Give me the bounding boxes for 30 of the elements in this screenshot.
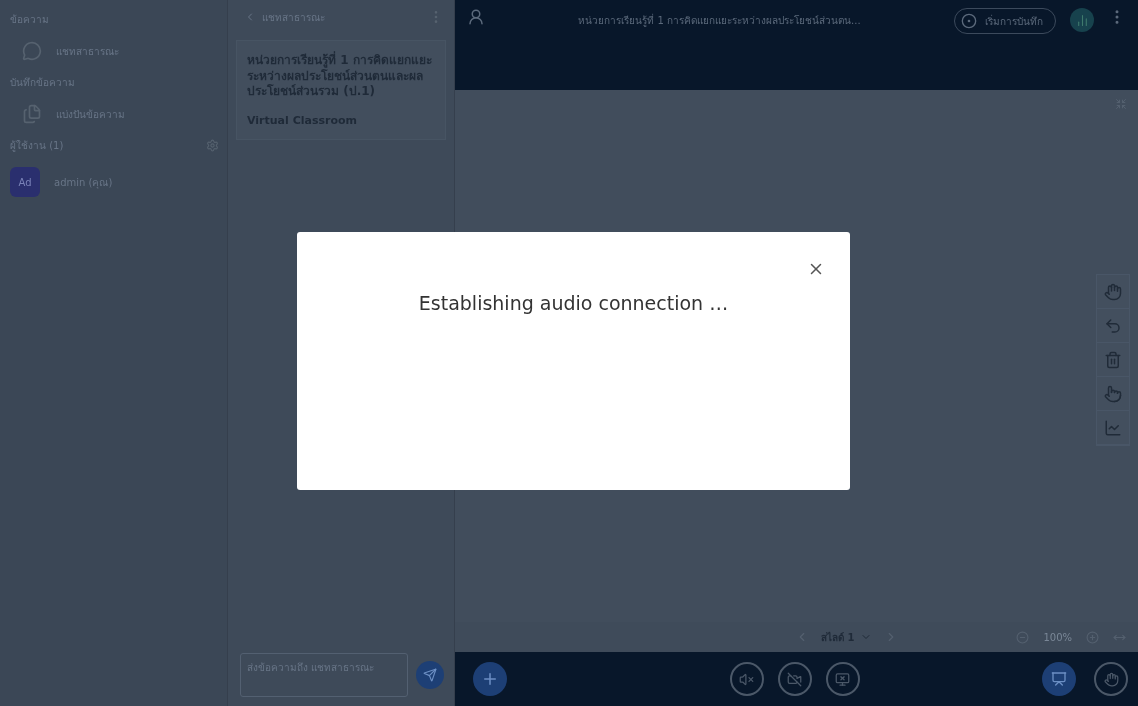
audio-button[interactable] — [729, 662, 764, 696]
dialog-message: Establishing audio connection … — [418, 292, 729, 314]
screen-share-button[interactable] — [825, 662, 860, 696]
presentation-button[interactable] — [1042, 662, 1076, 696]
files-icon — [22, 104, 42, 124]
zoom-level: 100% — [1043, 631, 1072, 643]
meeting-title: หน่วยการเรียนรู้ที่ 1 การคิดแยกแยะระหว่างผลประโยชน์ส่วนตน... — [577, 12, 862, 28]
user-avatar: Ad — [10, 167, 40, 197]
plus-icon — [481, 670, 499, 688]
send-icon — [423, 668, 437, 682]
signal-icon — [1075, 13, 1089, 27]
raise-hand-button[interactable] — [1094, 662, 1128, 696]
speaker-muted-icon — [739, 671, 754, 687]
send-button[interactable] — [416, 661, 444, 689]
users-icon[interactable] — [467, 8, 485, 26]
presentation-icon — [1051, 671, 1067, 687]
hand-icon — [1104, 282, 1122, 301]
settings-icon[interactable] — [206, 139, 219, 152]
hand-icon — [1103, 671, 1119, 687]
screen-off-icon — [835, 671, 850, 687]
undo-icon — [1104, 316, 1122, 335]
chat-icon — [22, 41, 42, 61]
record-icon — [961, 13, 977, 29]
trash-icon — [1104, 350, 1122, 369]
line-chart-icon — [1104, 418, 1122, 437]
actions-button[interactable] — [473, 662, 507, 696]
connection-button[interactable] — [1070, 8, 1094, 32]
video-off-icon — [787, 671, 802, 687]
pointer-icon — [1104, 384, 1122, 403]
video-button[interactable] — [777, 662, 812, 696]
